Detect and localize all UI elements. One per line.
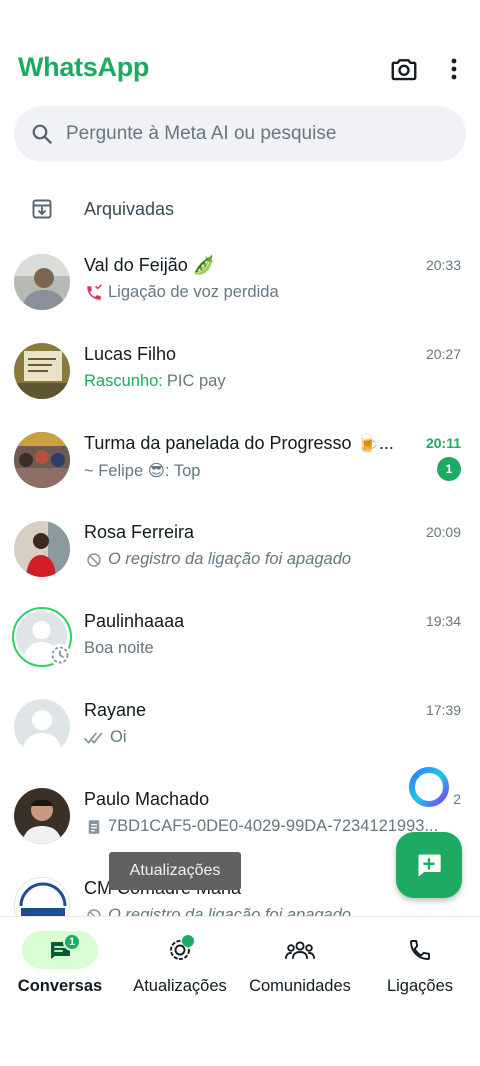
chat-name: Rosa Ferreira bbox=[84, 522, 195, 542]
chat-preview-text: 7BD1CAF5-0DE0-4029-99DA-7234121993... bbox=[108, 817, 439, 835]
archived-label: Arquivadas bbox=[84, 199, 175, 219]
chat-name: Paulo Machado bbox=[84, 789, 210, 809]
draft-label: Rascunho: bbox=[84, 372, 163, 390]
chat-preview: Boa noite bbox=[84, 639, 154, 658]
archived-row[interactable]: Arquivadas bbox=[0, 184, 480, 236]
search-input[interactable]: Pergunte à Meta AI ou pesquise bbox=[66, 123, 336, 145]
tab-label: Comunidades bbox=[249, 977, 351, 995]
avatar bbox=[14, 254, 70, 310]
meta-ai-icon[interactable] bbox=[406, 764, 452, 810]
chat-preview-text: O registro da ligação foi apagado bbox=[108, 906, 352, 916]
chat-time: 19:34 bbox=[425, 613, 461, 629]
chat-preview: Oi bbox=[84, 728, 127, 747]
chat-preview: Rascunho: PIC pay bbox=[84, 372, 226, 391]
tab-label: Atualizações bbox=[133, 977, 227, 995]
phone-icon bbox=[410, 940, 430, 960]
avatar bbox=[14, 432, 70, 488]
communities-icon bbox=[285, 941, 315, 959]
double-check-icon bbox=[84, 732, 103, 743]
avatar bbox=[14, 877, 70, 916]
new-chat-icon bbox=[418, 854, 441, 877]
archive-icon bbox=[32, 199, 52, 219]
chat-name: Rayane bbox=[84, 700, 147, 720]
avatar bbox=[12, 607, 72, 667]
chat-preview: O registro da ligação foi apagado bbox=[84, 906, 351, 916]
updates-dot bbox=[182, 935, 194, 947]
avatar bbox=[14, 521, 70, 577]
camera-icon[interactable] bbox=[389, 54, 419, 84]
app-title: WhatsApp bbox=[18, 52, 150, 82]
tab-atualizacoes[interactable]: Atualizações bbox=[120, 931, 240, 1001]
nav-unread-badge: 1 bbox=[63, 933, 81, 951]
chat-name: Val do Feijão 🫛 bbox=[84, 255, 216, 275]
unread-badge: 1 bbox=[437, 457, 461, 481]
chat-name: Turma da panelada do Progresso 🍺... bbox=[84, 433, 394, 453]
status-ring-icon bbox=[49, 644, 71, 666]
chat-preview: 7BD1CAF5-0DE0-4029-99DA-7234121993... bbox=[84, 817, 438, 836]
avatar bbox=[14, 343, 70, 399]
blocked-icon bbox=[87, 552, 101, 567]
chat-name: Lucas Filho bbox=[84, 344, 177, 364]
tooltip-toast: Atualizações bbox=[109, 852, 241, 890]
avatar bbox=[14, 788, 70, 844]
bottom-navigation: 1 Conversas Atualizações Comunidades Lig… bbox=[0, 916, 480, 1066]
chat-row[interactable]: Val do Feijão 🫛 20:33 Ligação de voz per… bbox=[0, 246, 480, 335]
chat-preview: O registro da ligação foi apagado bbox=[84, 550, 351, 569]
chat-row[interactable]: Turma da panelada do Progresso 🍺... 20:1… bbox=[0, 424, 480, 513]
chat-row[interactable]: Rosa Ferreira 20:09 O registro da ligaçã… bbox=[0, 513, 480, 602]
new-chat-button[interactable] bbox=[396, 832, 462, 898]
chat-preview: ~ Felipe 😎: Top bbox=[84, 461, 200, 481]
tab-conversas[interactable]: 1 Conversas bbox=[0, 931, 120, 1001]
tab-ligacoes[interactable]: Ligações bbox=[360, 931, 480, 1001]
chat-time: 2 bbox=[453, 791, 461, 807]
search-bar[interactable]: Pergunte à Meta AI ou pesquise bbox=[14, 106, 466, 162]
search-icon bbox=[32, 124, 52, 144]
blocked-icon bbox=[87, 908, 101, 916]
missed-call-icon bbox=[87, 283, 103, 300]
chat-row[interactable]: Lucas Filho 20:27 Rascunho: PIC pay bbox=[0, 335, 480, 424]
chat-name: Paulinhaaaa bbox=[84, 611, 185, 631]
chat-preview: Ligação de voz perdida bbox=[84, 283, 279, 302]
tab-label: Conversas bbox=[17, 977, 103, 995]
chat-preview-text: ~ Felipe 😎: Top bbox=[84, 462, 201, 480]
document-icon bbox=[88, 819, 100, 834]
chat-time: 20:27 bbox=[425, 346, 461, 362]
chat-time: 20:09 bbox=[425, 524, 461, 540]
avatar bbox=[14, 699, 70, 755]
app-header: WhatsApp bbox=[0, 0, 480, 100]
chat-preview-text: PIC pay bbox=[166, 372, 226, 390]
chat-preview-text: Oi bbox=[110, 728, 127, 746]
tab-label: Ligações bbox=[386, 977, 454, 995]
chat-preview-text: O registro da ligação foi apagado bbox=[108, 550, 352, 568]
chat-time: 20:33 bbox=[425, 257, 461, 273]
more-vert-icon[interactable] bbox=[442, 54, 466, 84]
chat-time: 17:39 bbox=[425, 702, 461, 718]
chat-preview-text: Boa noite bbox=[84, 639, 154, 657]
tab-comunidades[interactable]: Comunidades bbox=[240, 931, 360, 1001]
chat-preview-text: Ligação de voz perdida bbox=[108, 283, 279, 301]
chat-row[interactable]: Paulinhaaaa 19:34 Boa noite bbox=[0, 602, 480, 691]
chat-time: 20:11 bbox=[425, 435, 461, 451]
